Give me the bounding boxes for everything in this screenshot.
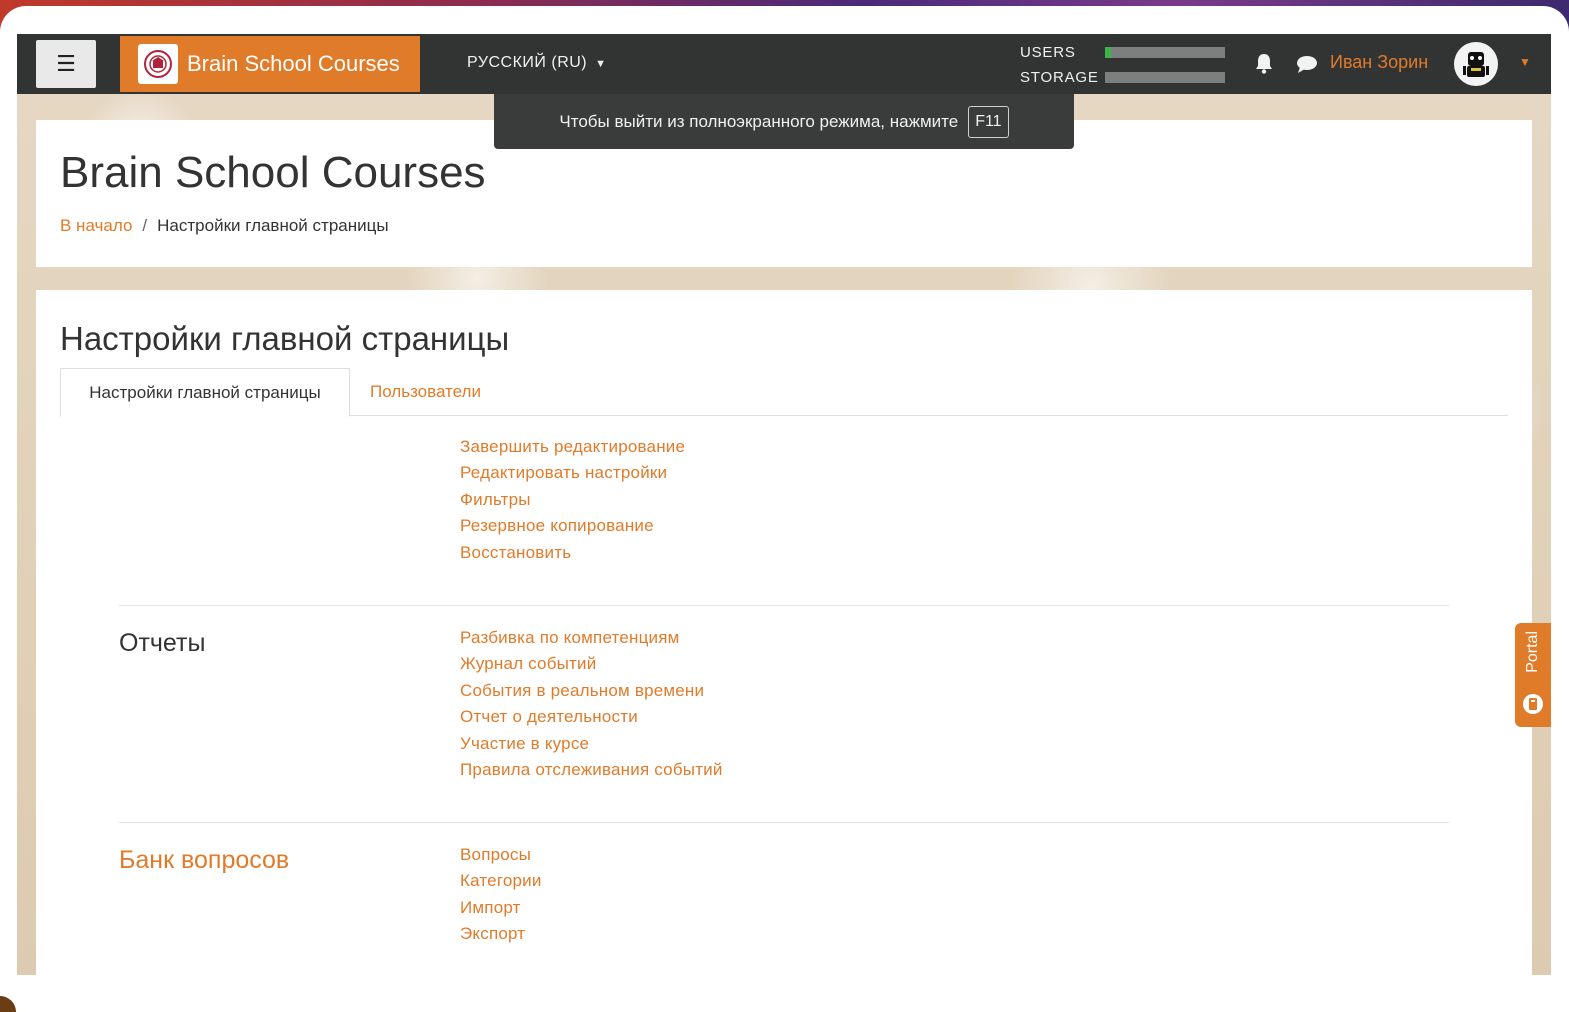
tooltip-key: F11 (968, 105, 1009, 138)
link-event-monitoring-rules[interactable]: Правила отслеживания событий (460, 757, 723, 783)
section-reports: Отчеты Разбивка по компетенциям Журнал с… (119, 625, 1449, 785)
quota-label: USERS (1020, 44, 1076, 61)
language-label: РУССКИЙ (RU) (467, 54, 588, 71)
main-content: Настройки главной страницы Настройки гла… (36, 290, 1532, 975)
breadcrumb: В начало / Настройки главной страницы (60, 216, 389, 236)
link-restore[interactable]: Восстановить (460, 540, 685, 566)
section-question-bank: Банк вопросов Вопросы Категории Импорт Э… (119, 842, 1449, 962)
link-filters[interactable]: Фильтры (460, 487, 685, 513)
breadcrumb-home-link[interactable]: В начало (60, 216, 132, 235)
portal-icon (1523, 694, 1543, 714)
section-frontpage: Завершить редактирование Редактировать н… (119, 434, 1449, 574)
settings-tabs: Настройки главной страницы Пользователи (60, 368, 1508, 417)
bell-icon (1256, 54, 1272, 74)
link-edit-settings[interactable]: Редактировать настройки (460, 460, 685, 486)
breadcrumb-current: Настройки главной страницы (157, 216, 389, 235)
link-finish-editing[interactable]: Завершить редактирование (460, 434, 685, 460)
users-progress-bar (1105, 47, 1225, 58)
section-divider (119, 822, 1449, 823)
caret-down-icon: ▼ (595, 58, 607, 70)
fullscreen-exit-tooltip: Чтобы выйти из полноэкранного режима, на… (494, 94, 1074, 149)
user-name-link[interactable]: Иван Зорин (1330, 52, 1428, 73)
quota-widget: USERS STORAGE (1020, 40, 1225, 90)
caret-down-icon[interactable]: ▼ (1519, 55, 1531, 69)
link-questions[interactable]: Вопросы (460, 842, 542, 868)
link-import[interactable]: Импорт (460, 895, 542, 921)
tab-users[interactable]: Пользователи (370, 368, 481, 415)
brand-link[interactable]: Brain School Courses (120, 36, 420, 92)
section-title-question-bank[interactable]: Банк вопросов (119, 846, 289, 875)
link-categories[interactable]: Категории (460, 868, 542, 894)
page-title: Brain School Courses (60, 148, 486, 197)
link-activity-report[interactable]: Отчет о деятельности (460, 704, 723, 730)
link-live-events[interactable]: События в реальном времени (460, 678, 723, 704)
section-divider (119, 605, 1449, 606)
quota-storage: STORAGE (1020, 65, 1225, 90)
top-navbar: ☰ Brain School Courses РУССКИЙ (RU) ▼ US… (17, 34, 1551, 94)
tab-frontpage-settings[interactable]: Настройки главной страницы (60, 368, 350, 417)
breadcrumb-separator: / (142, 216, 148, 235)
language-menu[interactable]: РУССКИЙ (RU) ▼ (467, 54, 607, 72)
menu-toggle-button[interactable]: ☰ (36, 40, 96, 88)
brand-name: Brain School Courses (187, 51, 400, 76)
tooltip-text: Чтобы выйти из полноэкранного режима, на… (559, 111, 959, 131)
school-logo-icon (138, 44, 178, 84)
messages-button[interactable] (1296, 54, 1318, 79)
link-event-log[interactable]: Журнал событий (460, 651, 723, 677)
notifications-button[interactable] (1254, 52, 1274, 79)
link-course-participation[interactable]: Участие в курсе (460, 731, 723, 757)
storage-progress-bar (1105, 72, 1225, 83)
section-links: Разбивка по компетенциям Журнал событий … (460, 625, 723, 783)
link-export[interactable]: Экспорт (460, 921, 542, 947)
portal-side-tab[interactable]: Portal (1515, 623, 1551, 727)
quota-users: USERS (1020, 40, 1225, 65)
avatar[interactable] (1454, 42, 1498, 86)
section-links: Завершить редактирование Редактировать н… (460, 434, 685, 566)
portal-label: Portal (1524, 631, 1541, 673)
users-progress-fill (1105, 47, 1111, 58)
link-competency-breakdown[interactable]: Разбивка по компетенциям (460, 625, 723, 651)
section-title-reports: Отчеты (119, 629, 206, 657)
screenshot-frame: ☰ Brain School Courses РУССКИЙ (RU) ▼ US… (0, 6, 1569, 1012)
link-backup[interactable]: Резервное копирование (460, 513, 685, 539)
browser-viewport: ☰ Brain School Courses РУССКИЙ (RU) ▼ US… (17, 34, 1551, 975)
chat-icon (1297, 56, 1317, 73)
frame-corner (0, 996, 16, 1012)
section-links: Вопросы Категории Импорт Экспорт (460, 842, 542, 948)
section-heading: Настройки главной страницы (60, 320, 510, 357)
hamburger-icon: ☰ (56, 51, 76, 76)
quota-label: STORAGE (1020, 69, 1099, 86)
